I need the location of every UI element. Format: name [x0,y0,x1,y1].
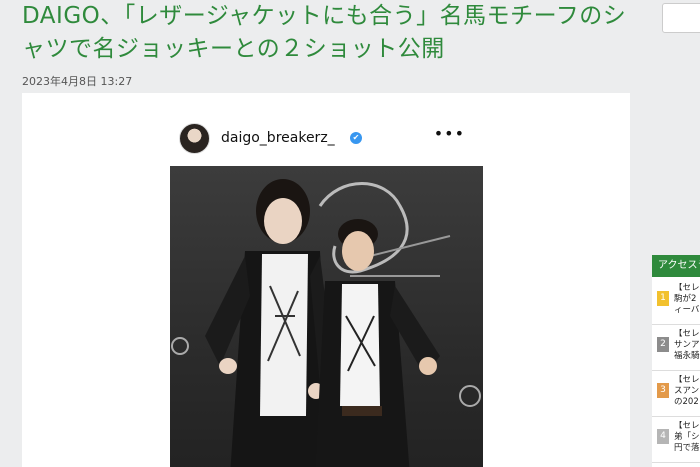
instagram-header: daigo_breakerz_ ✔ ••• [177,123,477,155]
ranking-item[interactable]: 3 【セレ スアン の202 [652,373,700,417]
verified-badge-icon: ✔ [350,132,362,144]
ranking-item-title: 【セレ 弟「シ 円で落 [674,421,700,453]
right-sidebar: アクセスラ 1 【セレ 駒が2 ィーバ 2 【セレ サンア 福永騎 3 【セレ … [652,0,700,467]
rank-number: 1 [657,291,669,306]
article-date: 2023年4月8日 13:27 [22,75,133,88]
instagram-username[interactable]: daigo_breakerz_ [221,130,335,146]
ranking-item[interactable]: 1 【セレ 駒が2 ィーバ [652,281,700,325]
avatar[interactable] [179,123,210,154]
rank-number: 2 [657,337,669,352]
ranking-tab[interactable]: アクセスラ [652,255,700,277]
article-headline: DAIGO、「レザージャケットにも合う」名馬モチーフのシャツで名ジョッキーとの２… [22,3,627,62]
ranking-item[interactable]: 4 【セレ 弟「シ 円で落 [652,419,700,463]
ranking-item[interactable]: 2 【セレ サンア 福永騎 [652,327,700,371]
ranking-item-title: 【セレ 駒が2 ィーバ [674,283,700,315]
rank-number: 4 [657,429,669,444]
instagram-embed: daigo_breakerz_ ✔ ••• [22,93,630,467]
ranking-item-title: 【セレ スアン の202 [674,375,700,407]
search-input[interactable] [662,3,700,33]
rank-number: 3 [657,383,669,398]
access-ranking-panel: アクセスラ 1 【セレ 駒が2 ィーバ 2 【セレ サンア 福永騎 3 【セレ … [652,255,700,467]
ranking-item-title: 【セレ サンア 福永騎 [674,329,700,361]
more-options-icon[interactable]: ••• [434,124,465,143]
instagram-photo[interactable] [170,166,483,467]
photo-illustration [171,179,481,467]
